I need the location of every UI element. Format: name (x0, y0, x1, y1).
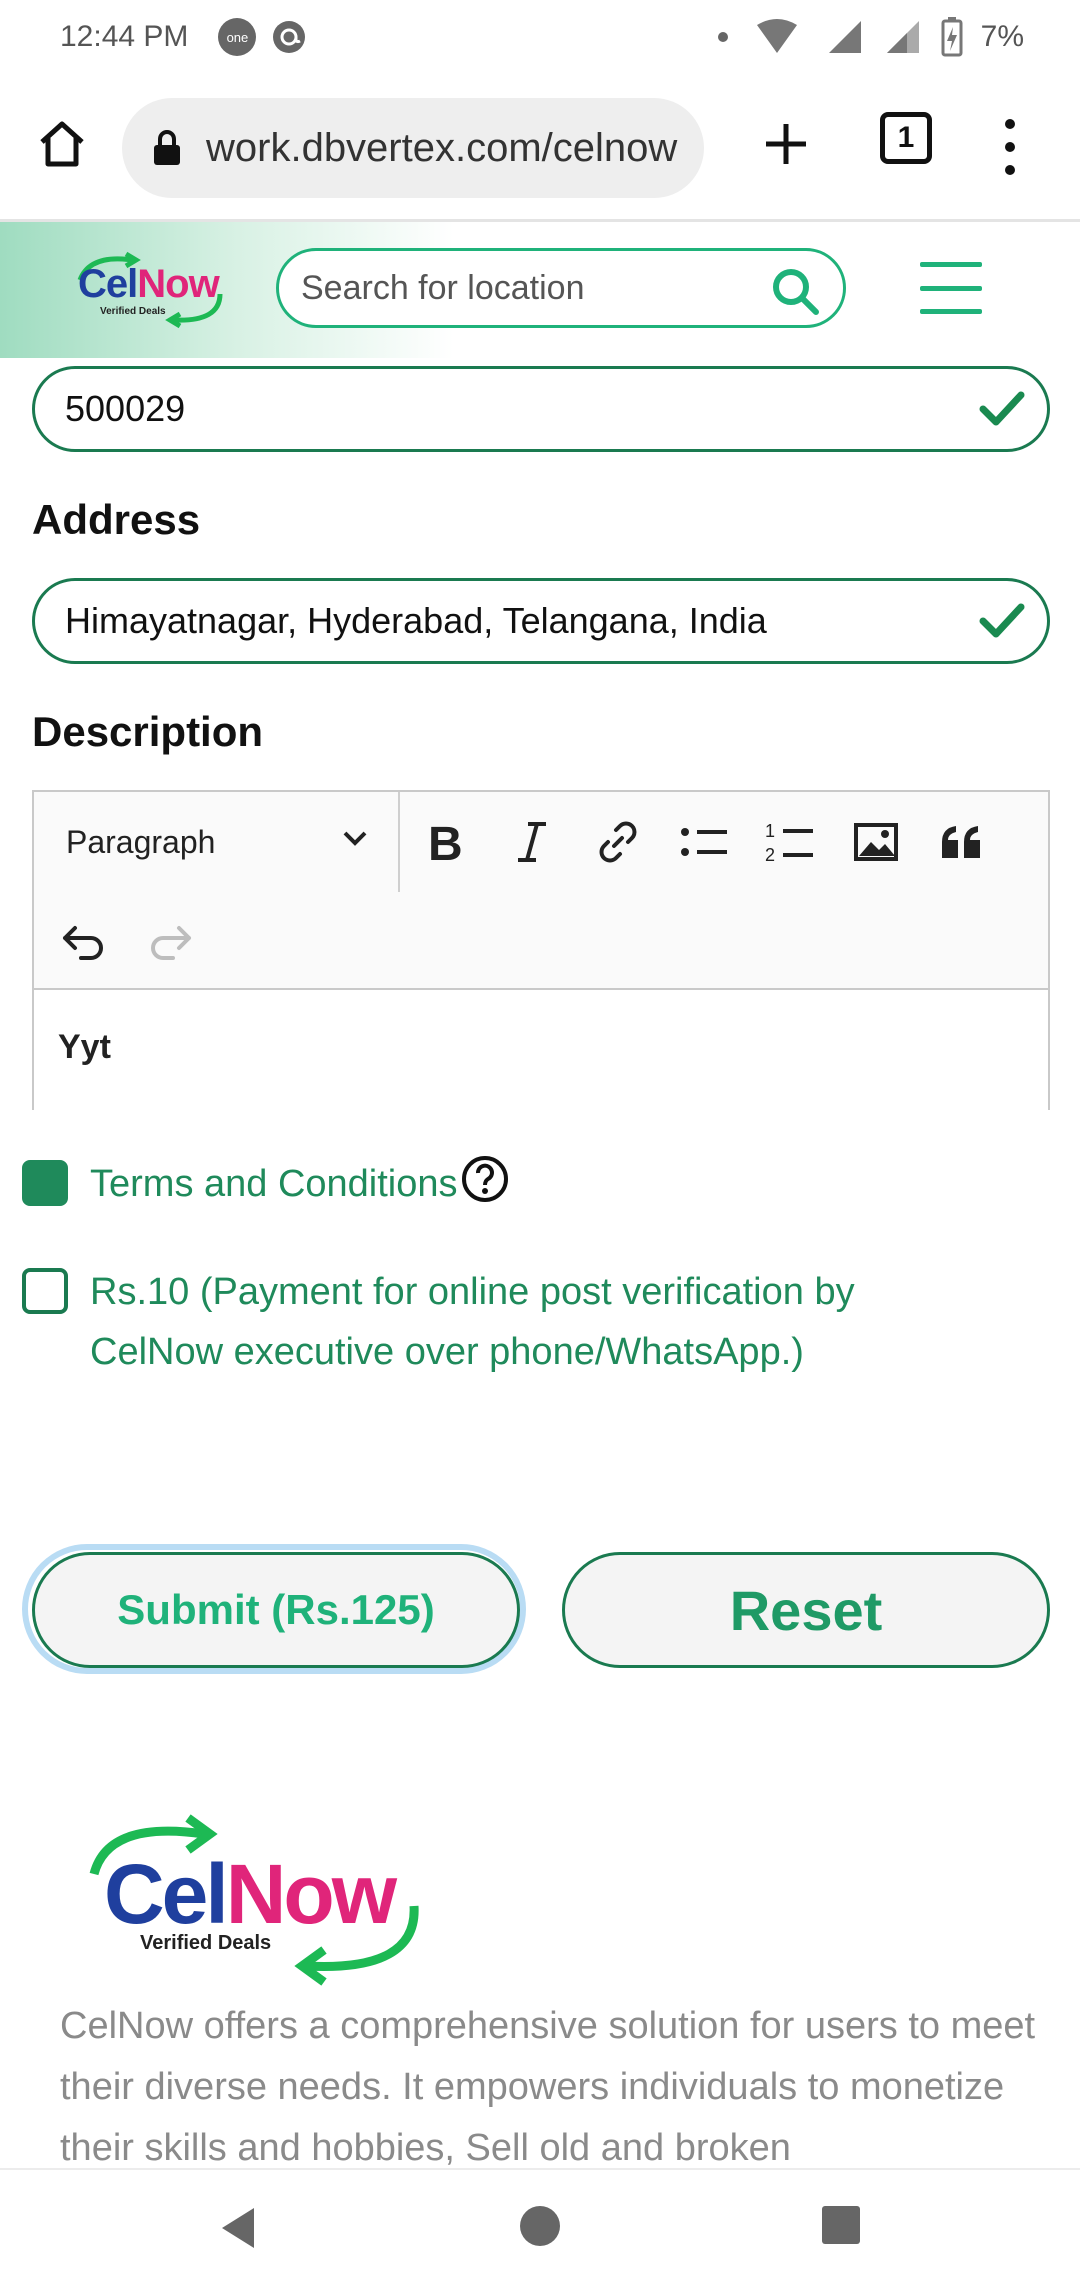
terms-checkbox[interactable] (22, 1160, 68, 1206)
italic-button[interactable] (500, 810, 564, 874)
wifi-icon (756, 19, 797, 53)
search-icon[interactable] (769, 265, 821, 317)
valid-check-icon (979, 603, 1025, 638)
recents-square-icon[interactable] (822, 2206, 860, 2244)
undo-icon (63, 926, 103, 960)
address-bar[interactable]: work.dbvertex.com/celnow (122, 98, 704, 198)
status-bar: 12:44 PM one 7% (0, 0, 1080, 74)
home-circle-icon[interactable] (520, 2206, 560, 2246)
logo-wordmark: CelNow (104, 1847, 397, 1941)
one-app-icon: one (218, 18, 257, 56)
plus-icon (766, 124, 806, 164)
bold-button[interactable]: B (414, 810, 478, 874)
address-value: Himayatnagar, Hyderabad, Telangana, Indi… (65, 600, 767, 641)
dot-icon (717, 32, 728, 42)
help-circle-icon[interactable] (460, 1154, 510, 1204)
numbered-list-icon: 12 (765, 821, 813, 865)
more-dot-icon (1005, 165, 1015, 176)
more-dot-icon (1005, 141, 1015, 152)
pincode-value: 500029 (65, 388, 186, 429)
blockquote-button[interactable] (930, 810, 994, 874)
editor-toolbar: Paragraph B 12 (34, 792, 1048, 892)
block-format-value: Paragraph (66, 823, 216, 860)
tab-switcher-button[interactable]: 1 (880, 112, 932, 164)
url-text: work.dbvertex.com/celnow (206, 125, 678, 170)
browser-toolbar: work.dbvertex.com/celnow 1 (0, 74, 1080, 222)
logo-tagline: Verified Deals (140, 1932, 272, 1954)
bullet-list-icon (681, 828, 727, 856)
menu-line (920, 262, 982, 267)
browser-menu-button[interactable] (990, 112, 1030, 182)
link-button[interactable] (586, 810, 650, 874)
valid-check-icon (979, 391, 1025, 426)
insert-image-button[interactable] (844, 810, 908, 874)
status-right-group: 7% (717, 0, 1024, 74)
block-format-dropdown[interactable]: Paragraph (34, 792, 400, 892)
pincode-field[interactable]: 500029 (32, 366, 1050, 452)
reset-button[interactable]: Reset (562, 1552, 1050, 1668)
link-icon (599, 821, 637, 863)
about-text: CelNow offers a comprehensive solution f… (60, 2005, 1036, 2168)
rich-text-editor: Paragraph B 12 Yyt (32, 790, 1050, 1110)
italic-icon (518, 822, 546, 862)
editor-toolbar-row-2 (34, 892, 1048, 988)
battery-charging-icon (941, 17, 963, 57)
quote-icon (942, 826, 980, 858)
new-tab-button[interactable] (750, 108, 822, 180)
chevron-down-icon (343, 831, 367, 846)
bulleted-list-button[interactable] (672, 810, 736, 874)
menu-line (920, 309, 982, 314)
signal-icon (828, 21, 861, 53)
payment-row: Rs.10 (Payment for online post verificat… (22, 1262, 1022, 1382)
celnow-logo[interactable]: CelNow Verified Deals (70, 250, 230, 330)
undo-button[interactable] (52, 910, 116, 974)
description-label: Description (32, 708, 264, 755)
system-nav-bar (0, 2168, 1080, 2280)
browser-home-button[interactable] (30, 112, 94, 176)
redo-button[interactable] (138, 910, 202, 974)
editor-content-area[interactable]: Yyt (34, 988, 1048, 1110)
location-search-input[interactable] (301, 268, 741, 308)
more-dot-icon (1005, 118, 1015, 129)
menu-line (920, 285, 982, 291)
back-icon[interactable] (218, 2206, 258, 2250)
bold-icon: B (428, 818, 463, 866)
footer-celnow-logo: CelNow Verified Deals (88, 1810, 428, 1990)
status-time: 12:44 PM (60, 20, 189, 53)
image-icon (854, 823, 898, 861)
location-search (276, 248, 846, 328)
site-menu-button[interactable] (920, 262, 982, 314)
logo-wordmark: CelNow (78, 262, 220, 306)
submit-button[interactable]: Submit (Rs.125) (32, 1552, 520, 1668)
numbered-list-button[interactable]: 12 (758, 810, 822, 874)
logo-tagline: Verified Deals (100, 306, 166, 317)
payment-verification-label: Rs.10 (Payment for online post verificat… (90, 1271, 855, 1373)
terms-link[interactable]: Terms and Conditions (90, 1154, 458, 1214)
battery-percent: 7% (980, 20, 1024, 53)
svg-text:1: 1 (765, 821, 775, 841)
signal-2-icon (886, 21, 919, 53)
address-field[interactable]: Himayatnagar, Hyderabad, Telangana, Indi… (32, 578, 1050, 664)
at-sign-icon (273, 21, 306, 53)
lock-icon (154, 130, 180, 165)
svg-text:B: B (428, 818, 463, 866)
payment-verification-checkbox[interactable] (22, 1268, 68, 1314)
terms-row: Terms and Conditions (22, 1154, 510, 1214)
svg-text:2: 2 (765, 845, 775, 865)
site-header: CelNow Verified Deals (0, 222, 1080, 358)
redo-icon (151, 926, 191, 960)
address-label: Address (32, 496, 201, 543)
home-icon (40, 121, 84, 167)
